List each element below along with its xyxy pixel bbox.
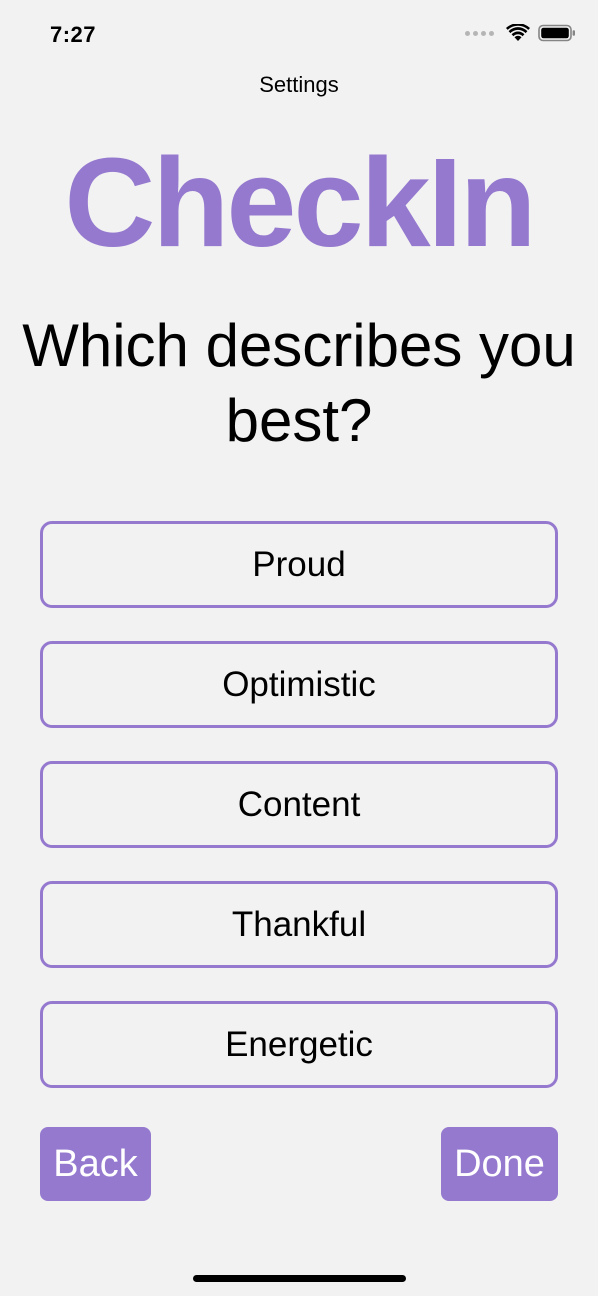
done-button[interactable]: Done (441, 1127, 558, 1201)
option-content-button[interactable]: Content (40, 761, 558, 848)
status-bar: 7:27 (0, 0, 598, 70)
wifi-icon (506, 24, 530, 41)
status-icons (465, 24, 576, 42)
question-heading: Which describes you best? (22, 312, 576, 454)
status-time: 7:27 (50, 22, 97, 47)
app-title: CheckIn (64, 132, 536, 273)
options-list: Proud Optimistic Content Thankful Energe… (40, 521, 558, 1121)
cellular-signal-icon (465, 30, 494, 36)
option-proud-button[interactable]: Proud (40, 521, 558, 608)
battery-icon (538, 24, 575, 42)
option-energetic-button[interactable]: Energetic (40, 1001, 558, 1088)
nav-title: Settings (259, 72, 339, 97)
option-optimistic-button[interactable]: Optimistic (40, 641, 558, 728)
back-button[interactable]: Back (40, 1127, 151, 1201)
option-thankful-button[interactable]: Thankful (40, 881, 558, 968)
home-indicator[interactable] (193, 1275, 406, 1282)
